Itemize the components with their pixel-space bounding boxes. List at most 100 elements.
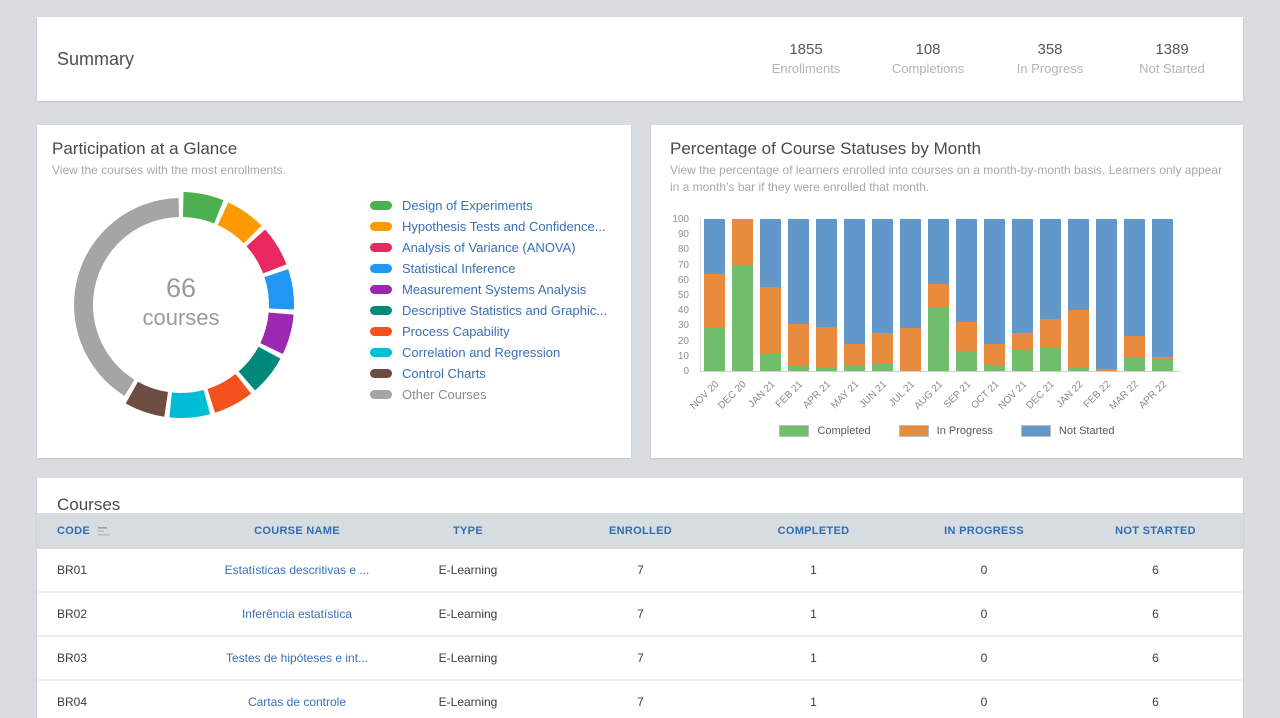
bar[interactable] <box>844 219 865 371</box>
x-axis-label: DEC 21 <box>1025 379 1058 412</box>
participation-subtitle: View the courses with the most enrollmen… <box>52 162 286 179</box>
column-header-completed[interactable]: COMPLETED <box>727 525 900 537</box>
legend-label: Other Courses <box>402 387 487 402</box>
bar[interactable] <box>1124 219 1145 371</box>
bar[interactable] <box>1068 219 1089 371</box>
bar-segment <box>1152 360 1173 371</box>
column-header-in-progress[interactable]: IN PROGRESS <box>900 525 1068 537</box>
bar[interactable] <box>1040 219 1061 371</box>
donut-segment[interactable] <box>183 192 224 223</box>
donut-legend: Design of Experiments Hypothesis Tests an… <box>370 195 607 405</box>
donut-segment[interactable] <box>260 313 293 354</box>
legend-swatch <box>1021 425 1051 437</box>
column-header-course-name[interactable]: COURSE NAME <box>212 525 382 537</box>
course-name-link[interactable]: Testes de hipóteses e int... <box>212 651 382 665</box>
y-tick-label: 30 <box>678 320 689 331</box>
donut-segment[interactable] <box>218 202 262 243</box>
bar-segment <box>1096 369 1117 371</box>
cell-completed: 1 <box>727 695 900 709</box>
donut-legend-item[interactable]: Control Charts <box>370 363 607 384</box>
legend-label: Correlation and Regression <box>402 345 560 360</box>
bar[interactable] <box>732 219 753 371</box>
stat-label: Completions <box>867 60 989 79</box>
stat-value: 358 <box>989 39 1111 61</box>
legend-swatch <box>370 243 392 252</box>
course-name-link[interactable]: Inferência estatística <box>212 607 382 621</box>
stat-value: 1855 <box>745 39 867 61</box>
donut-legend-item[interactable]: Measurement Systems Analysis <box>370 279 607 300</box>
bar[interactable] <box>760 219 781 371</box>
x-axis-label: MAY 21 <box>829 379 861 411</box>
cell-enrolled: 7 <box>554 563 727 577</box>
bar-segment <box>788 324 809 367</box>
x-axis-labels: NOV 20DEC 20JAN 21FEB 21APR 21MAY 21JUN … <box>700 375 1180 430</box>
legend-label: Descriptive Statistics and Graphic... <box>402 303 607 318</box>
donut-legend-item[interactable]: Design of Experiments <box>370 195 607 216</box>
donut-legend-item[interactable]: Analysis of Variance (ANOVA) <box>370 237 607 258</box>
cell-type: E-Learning <box>382 563 554 577</box>
donut-legend-item[interactable]: Statistical Inference <box>370 258 607 279</box>
statuses-subtitle: View the percentage of learners enrolled… <box>670 162 1230 195</box>
y-tick-label: 100 <box>672 214 689 225</box>
bar[interactable] <box>984 219 1005 371</box>
bar[interactable] <box>900 219 921 371</box>
course-name-link[interactable]: Estatísticas descritivas e ... <box>212 563 382 577</box>
y-tick-label: 60 <box>678 275 689 286</box>
course-name-link[interactable]: Cartas de controle <box>212 695 382 709</box>
bar-segment <box>984 365 1005 371</box>
legend-label: Design of Experiments <box>402 198 533 213</box>
bar[interactable] <box>1096 219 1117 371</box>
legend-label: Control Charts <box>402 366 486 381</box>
bar[interactable] <box>872 219 893 371</box>
x-axis-label: FEB 21 <box>774 379 805 410</box>
donut-center-value: 66 <box>166 273 196 303</box>
donut-legend-item[interactable]: Process Capability <box>370 321 607 342</box>
donut-segment[interactable] <box>247 230 287 274</box>
donut-segment[interactable] <box>169 390 210 418</box>
bar-segment <box>1012 350 1033 371</box>
bar-segment <box>732 265 753 371</box>
donut-segment[interactable] <box>126 382 168 417</box>
cell-type: E-Learning <box>382 607 554 621</box>
cell-in_progress: 0 <box>900 695 1068 709</box>
donut-segment[interactable] <box>207 374 251 413</box>
bar[interactable] <box>788 219 809 371</box>
column-header-label: COURSE NAME <box>254 525 340 537</box>
bar-segment <box>844 365 865 371</box>
bar[interactable] <box>1012 219 1033 371</box>
cell-enrolled: 7 <box>554 607 727 621</box>
legend-label: Statistical Inference <box>402 261 515 276</box>
cell-completed: 1 <box>727 651 900 665</box>
legend-label: Not Started <box>1059 425 1115 437</box>
donut-legend-item[interactable]: Correlation and Regression <box>370 342 607 363</box>
bar[interactable] <box>928 219 949 371</box>
bar[interactable] <box>704 219 725 371</box>
bar[interactable] <box>956 219 977 371</box>
bar-segment <box>1124 219 1145 336</box>
column-header-type[interactable]: TYPE <box>382 525 554 537</box>
legend-swatch <box>779 425 809 437</box>
donut-legend-item[interactable]: Descriptive Statistics and Graphic... <box>370 300 607 321</box>
column-header-label: TYPE <box>453 525 483 537</box>
column-header-enrolled[interactable]: ENROLLED <box>554 525 727 537</box>
column-header-not-started[interactable]: NOT STARTED <box>1068 525 1243 537</box>
table-row: BR02Inferência estatísticaE-Learning7106 <box>37 593 1243 637</box>
column-header-code[interactable]: CODE <box>37 525 212 537</box>
y-tick-label: 40 <box>678 305 689 316</box>
bar[interactable] <box>816 219 837 371</box>
cell-in_progress: 0 <box>900 607 1068 621</box>
sort-icon[interactable] <box>98 526 111 536</box>
stat-value: 1389 <box>1111 39 1233 61</box>
stacked-bar-plot <box>700 219 1181 372</box>
donut-segment[interactable] <box>74 198 179 396</box>
dashboard-page: Summary 1855Enrollments108Completions358… <box>0 0 1280 718</box>
donut-segment[interactable] <box>264 269 294 309</box>
donut-chart[interactable]: 66courses <box>55 179 307 431</box>
legend-label: Analysis of Variance (ANOVA) <box>402 240 576 255</box>
table-row: BR03Testes de hipóteses e int...E-Learni… <box>37 637 1243 681</box>
bar-segment <box>1040 348 1061 371</box>
bar[interactable] <box>1152 219 1173 371</box>
donut-segment[interactable] <box>239 347 281 391</box>
cell-type: E-Learning <box>382 651 554 665</box>
donut-legend-item[interactable]: Hypothesis Tests and Confidence... <box>370 216 607 237</box>
